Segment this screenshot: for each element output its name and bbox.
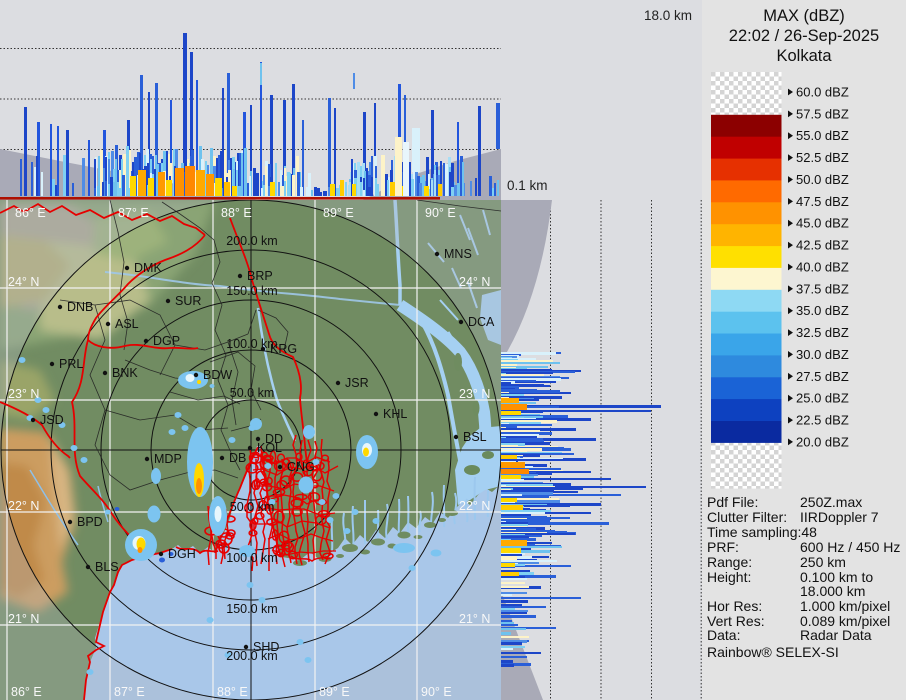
svg-text:21° N: 21° N: [459, 612, 490, 626]
svg-text:Height:: Height:: [707, 569, 751, 585]
svg-text:22° N: 22° N: [8, 499, 39, 513]
svg-text:22.5 dBZ: 22.5 dBZ: [796, 413, 849, 428]
svg-text:DGH: DGH: [168, 547, 196, 561]
svg-text:30.0 dBZ: 30.0 dBZ: [796, 347, 849, 362]
svg-text:Hor Res:: Hor Res:: [707, 598, 762, 614]
svg-text:50.0 km: 50.0 km: [230, 386, 274, 400]
svg-text:100.0 km: 100.0 km: [226, 551, 277, 565]
svg-text:150.0 km: 150.0 km: [226, 602, 277, 616]
svg-text:BPD: BPD: [77, 515, 103, 529]
svg-text:MAX (dBZ): MAX (dBZ): [763, 7, 845, 25]
svg-text:87° E: 87° E: [118, 206, 149, 220]
svg-text:BLS: BLS: [95, 560, 119, 574]
svg-text:86° E: 86° E: [11, 685, 42, 699]
svg-text:20.0 dBZ: 20.0 dBZ: [796, 434, 849, 449]
svg-text:KHL: KHL: [383, 407, 407, 421]
svg-text:MNS: MNS: [444, 247, 472, 261]
svg-text:200.0 km: 200.0 km: [226, 234, 277, 248]
svg-text:250Z.max: 250Z.max: [800, 494, 862, 510]
svg-text:Range:: Range:: [707, 554, 752, 570]
svg-text:Rainbow® SELEX-SI: Rainbow® SELEX-SI: [707, 644, 839, 660]
svg-text:45.0 dBZ: 45.0 dBZ: [796, 216, 849, 231]
svg-text:88° E: 88° E: [221, 206, 252, 220]
svg-text:PRL: PRL: [59, 357, 83, 371]
svg-text:Pdf File:: Pdf File:: [707, 494, 758, 510]
svg-text:25.0 dBZ: 25.0 dBZ: [796, 391, 849, 406]
svg-text:CNG: CNG: [287, 460, 315, 474]
svg-text:SHD: SHD: [253, 640, 279, 654]
svg-text:JSD: JSD: [40, 413, 64, 427]
svg-text:89° E: 89° E: [323, 206, 354, 220]
svg-text:18.0 km: 18.0 km: [644, 8, 692, 23]
svg-text:Kolkata: Kolkata: [776, 47, 832, 65]
svg-text:50.0 km: 50.0 km: [230, 500, 274, 514]
svg-text:40.0 dBZ: 40.0 dBZ: [796, 260, 849, 275]
svg-text:50.0 dBZ: 50.0 dBZ: [796, 172, 849, 187]
svg-text:87° E: 87° E: [114, 685, 145, 699]
svg-text:250 km: 250 km: [800, 554, 846, 570]
svg-text:KOL: KOL: [257, 441, 282, 455]
svg-text:37.5 dBZ: 37.5 dBZ: [796, 281, 849, 296]
svg-text:JSR: JSR: [345, 376, 369, 390]
svg-text:BNK: BNK: [112, 366, 138, 380]
svg-text:BSL: BSL: [463, 430, 487, 444]
svg-text:32.5 dBZ: 32.5 dBZ: [796, 325, 849, 340]
svg-text:1.000 km/pixel: 1.000 km/pixel: [800, 598, 890, 614]
svg-text:23° N: 23° N: [459, 387, 490, 401]
svg-text:Data:: Data:: [707, 627, 740, 643]
svg-text:88° E: 88° E: [217, 685, 248, 699]
svg-text:55.0 dBZ: 55.0 dBZ: [796, 128, 849, 143]
svg-text:90° E: 90° E: [421, 685, 452, 699]
svg-text:27.5 dBZ: 27.5 dBZ: [796, 369, 849, 384]
svg-text:35.0 dBZ: 35.0 dBZ: [796, 303, 849, 318]
svg-text:89° E: 89° E: [319, 685, 350, 699]
svg-text:23° N: 23° N: [8, 387, 39, 401]
svg-text:24° N: 24° N: [459, 275, 490, 289]
svg-text:PRF:: PRF:: [707, 539, 739, 555]
svg-text:21° N: 21° N: [8, 612, 39, 626]
svg-text:600 Hz / 450 Hz: 600 Hz / 450 Hz: [800, 539, 900, 555]
svg-text:IIRDoppler 7: IIRDoppler 7: [800, 509, 879, 525]
svg-text:BDW: BDW: [203, 368, 232, 382]
svg-text:52.5 dBZ: 52.5 dBZ: [796, 150, 849, 165]
svg-text:22° N: 22° N: [459, 499, 490, 513]
svg-text:KRG: KRG: [270, 342, 297, 356]
svg-text:Radar Data: Radar Data: [800, 627, 872, 643]
svg-text:22:02 / 26-Sep-2025: 22:02 / 26-Sep-2025: [729, 27, 879, 45]
svg-text:60.0 dBZ: 60.0 dBZ: [796, 85, 849, 100]
svg-text:90° E: 90° E: [425, 206, 456, 220]
svg-text:47.5 dBZ: 47.5 dBZ: [796, 194, 849, 209]
svg-text:Clutter Filter:: Clutter Filter:: [707, 509, 787, 525]
svg-text:MDP: MDP: [154, 452, 182, 466]
svg-text:BRP: BRP: [247, 269, 273, 283]
svg-text:57.5 dBZ: 57.5 dBZ: [796, 106, 849, 121]
svg-text:DCA: DCA: [468, 315, 495, 329]
svg-text:0.1 km: 0.1 km: [507, 178, 548, 193]
svg-text:86° E: 86° E: [15, 206, 46, 220]
svg-text:DNB: DNB: [67, 300, 93, 314]
svg-text:24° N: 24° N: [8, 275, 39, 289]
svg-text:DMK: DMK: [134, 261, 162, 275]
svg-text:SUR: SUR: [175, 294, 201, 308]
svg-text:DGP: DGP: [153, 334, 180, 348]
svg-text:DB: DB: [229, 451, 246, 465]
svg-text:18.000 km: 18.000 km: [800, 583, 865, 599]
svg-text:Time sampling:48: Time sampling:48: [707, 524, 817, 540]
svg-text:ASL: ASL: [115, 317, 139, 331]
svg-text:150.0 km: 150.0 km: [226, 284, 277, 298]
svg-text:42.5 dBZ: 42.5 dBZ: [796, 238, 849, 253]
